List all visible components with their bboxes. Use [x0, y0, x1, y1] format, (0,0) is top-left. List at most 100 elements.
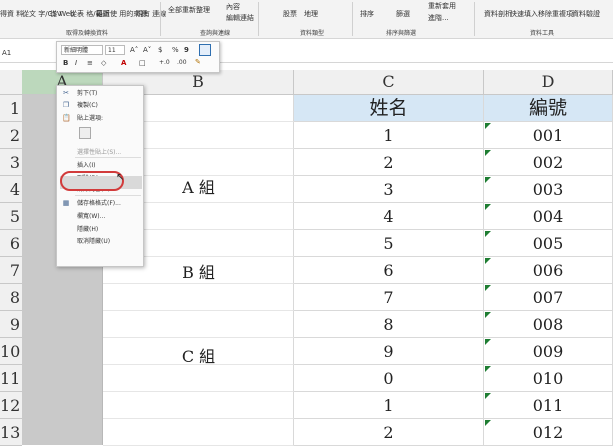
name-cell[interactable]: 4 [294, 203, 484, 230]
name-cell[interactable]: 7 [294, 284, 484, 311]
mouse-cursor-icon: ↖ [116, 172, 125, 183]
row-header-12[interactable]: 12 [0, 392, 22, 419]
ribbon-button[interactable]: 重新套用 [428, 2, 456, 10]
name-cell[interactable]: 2 [294, 419, 484, 446]
ribbon-button[interactable]: 得資 料 [0, 10, 23, 18]
font-size-box[interactable]: 11 [105, 45, 125, 55]
decrease-decimal-button[interactable]: .00 [177, 58, 187, 68]
ribbon-button[interactable]: 移除重複項 [538, 10, 573, 18]
header-cell-name[interactable]: 姓名 [294, 95, 484, 122]
row-header-13[interactable]: 13 [0, 419, 22, 446]
row-header-5[interactable]: 5 [0, 203, 22, 230]
name-box[interactable]: A1 [0, 46, 42, 60]
number-cell[interactable]: 010 [484, 365, 613, 392]
number-stored-as-text-indicator [485, 339, 491, 345]
name-value: 9 [383, 342, 394, 361]
ribbon-button[interactable]: 內容 [226, 3, 240, 11]
font-color-icon[interactable]: A [121, 58, 126, 68]
ribbon-button[interactable]: 全部重新整理 [168, 6, 210, 14]
context-menu-label: 插入(I) [77, 162, 96, 169]
border-icon[interactable]: □ [139, 58, 146, 68]
paste-option-icon[interactable] [79, 127, 91, 139]
context-menu-item[interactable]: 取消隱藏(U) [57, 236, 143, 247]
context-menu-item[interactable]: ❐ 複製(C) [57, 100, 143, 111]
ribbon-button[interactable]: 地理 [304, 10, 318, 18]
ribbon-button[interactable]: 進階... [428, 14, 449, 22]
bold-button[interactable]: B [63, 58, 68, 68]
number-stored-as-text-indicator [485, 366, 491, 372]
row-header-7[interactable]: 7 [0, 257, 22, 284]
number-cell[interactable]: 001 [484, 122, 613, 149]
ribbon-button[interactable]: 快速填入 [510, 10, 538, 18]
number-cell[interactable]: 007 [484, 284, 613, 311]
ribbon-button[interactable]: 現有 連線 [136, 10, 166, 18]
context-menu-label: 複製(C) [77, 102, 98, 109]
name-value: 2 [383, 153, 394, 172]
cell-b[interactable] [103, 284, 294, 311]
cell-b[interactable] [103, 419, 294, 446]
row-header-10[interactable]: 10 [0, 338, 22, 365]
ribbon-button[interactable]: 篩選 [396, 10, 410, 18]
column-header-d[interactable]: D [484, 70, 613, 94]
column-header-c[interactable]: C [294, 70, 484, 94]
row-header-11[interactable]: 11 [0, 365, 22, 392]
delete-highlight-ring [60, 171, 124, 191]
row-header-2[interactable]: 2 [0, 122, 22, 149]
percent-button[interactable]: % [172, 45, 179, 55]
name-cell[interactable]: 6 [294, 257, 484, 284]
context-menu-item[interactable]: 插入(I) [57, 160, 143, 171]
cell-b[interactable] [103, 392, 294, 419]
context-menu-item[interactable]: 📋 貼上選項: [57, 113, 143, 124]
number-cell[interactable]: 011 [484, 392, 613, 419]
group-label: C 組 [181, 347, 216, 366]
number-cell[interactable]: 006 [484, 257, 613, 284]
ribbon-group-separator [160, 2, 161, 36]
currency-button[interactable]: $ [158, 45, 162, 55]
row-header-3[interactable]: 3 [0, 149, 22, 176]
name-cell[interactable]: 2 [294, 149, 484, 176]
row-header-8[interactable]: 8 [0, 284, 22, 311]
context-menu-item[interactable]: 欄寬(W)... [57, 211, 143, 222]
name-cell[interactable]: 0 [294, 365, 484, 392]
context-menu-item[interactable]: 隱藏(H) [57, 224, 143, 235]
row-header-1[interactable]: 1 [0, 95, 22, 122]
header-cell-number[interactable]: 編號 [484, 95, 613, 122]
row-header-6[interactable]: 6 [0, 230, 22, 257]
number-cell[interactable]: 009 [484, 338, 613, 365]
fill-color-icon[interactable]: ◇ [101, 58, 106, 68]
name-cell[interactable]: 1 [294, 122, 484, 149]
name-value: 4 [383, 207, 394, 226]
row-header-4[interactable]: 4 [0, 176, 22, 203]
number-cell[interactable]: 005 [484, 230, 613, 257]
ribbon-button[interactable]: 股票 [283, 10, 297, 18]
comma-button[interactable]: 9 [184, 45, 189, 55]
italic-button[interactable]: I [75, 58, 77, 68]
grow-font-button[interactable]: A˄ [130, 45, 138, 55]
ribbon-group-label: 取得及轉換資料 [66, 30, 109, 37]
number-cell[interactable]: 008 [484, 311, 613, 338]
row-header-9[interactable]: 9 [0, 311, 22, 338]
ribbon-button[interactable]: 編輯連結 [226, 14, 254, 22]
name-cell[interactable]: 1 [294, 392, 484, 419]
number-cell[interactable]: 004 [484, 203, 613, 230]
name-cell[interactable]: 8 [294, 311, 484, 338]
shrink-font-button[interactable]: A˅ [143, 45, 151, 55]
number-cell[interactable]: 003 [484, 176, 613, 203]
ribbon-button[interactable]: 資料驗證 [572, 10, 600, 18]
font-name-box[interactable]: 新細明體 [61, 45, 103, 55]
number-cell[interactable]: 002 [484, 149, 613, 176]
cell-b[interactable] [103, 365, 294, 392]
align-button[interactable]: ≡ [87, 58, 93, 68]
context-menu-item[interactable]: ✂ 剪下(T) [57, 88, 143, 99]
number-cell[interactable]: 012 [484, 419, 613, 446]
format-table-icon[interactable] [199, 44, 211, 56]
name-cell[interactable]: 3 [294, 176, 484, 203]
cell-b[interactable] [103, 311, 294, 338]
increase-decimal-button[interactable]: +.0 [159, 58, 170, 68]
context-menu-item[interactable]: ▦ 儲存格格式(F)... [57, 198, 143, 209]
ribbon-button[interactable]: 資料剖析 [484, 10, 512, 18]
name-cell[interactable]: 9 [294, 338, 484, 365]
ribbon-button[interactable]: 排序 [360, 10, 374, 18]
name-cell[interactable]: 5 [294, 230, 484, 257]
format-painter-icon[interactable]: ✎ [195, 57, 201, 67]
